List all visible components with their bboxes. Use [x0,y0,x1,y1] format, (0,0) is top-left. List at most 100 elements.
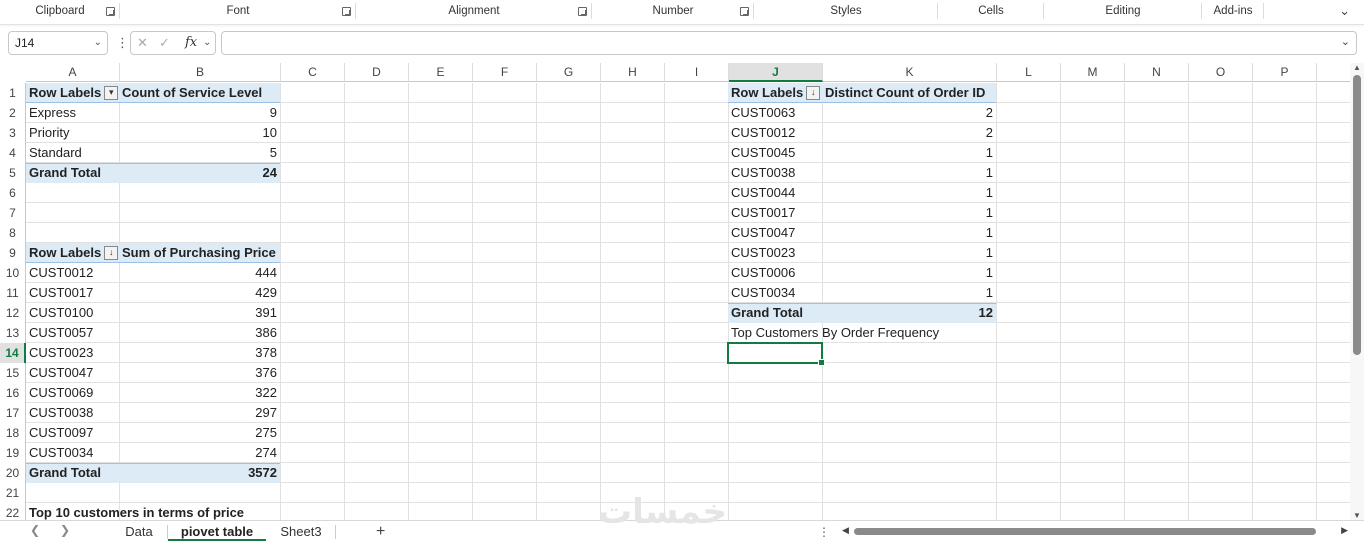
column-header-i[interactable]: I [665,63,729,82]
pivot3-item-label[interactable]: CUST0038 [728,163,822,183]
row-header[interactable]: 1 [0,83,26,103]
pivot1-value-header[interactable]: Count of Service Level [119,83,280,103]
pivot2-caption[interactable]: Top 10 customers in terms of price [26,503,326,520]
scroll-right-icon[interactable]: ▶ [1341,525,1348,536]
chevron-down-icon[interactable]: ⌄ [1339,3,1350,19]
row-header[interactable]: 15 [0,363,26,383]
pivot1-item-value[interactable]: 5 [119,143,280,163]
pivot3-item-label[interactable]: CUST0034 [728,283,822,303]
row-header[interactable]: 22 [0,503,26,520]
pivot1-item-label[interactable]: Priority [26,123,119,143]
row-header[interactable]: 5 [0,163,26,183]
pivot3-item-value[interactable]: 1 [822,263,996,283]
pivot3-item-label[interactable]: CUST0063 [728,103,822,123]
pivot3-total-value[interactable]: 12 [822,303,996,323]
row-header[interactable]: 6 [0,183,26,203]
name-box[interactable]: J14 ⌄ [8,31,108,55]
insert-function-button[interactable]: fx [185,35,197,50]
pivot3-item-value[interactable]: 2 [822,123,996,143]
pivot3-item-value[interactable]: 1 [822,183,996,203]
row-header[interactable]: 16 [0,383,26,403]
row-header[interactable]: 11 [0,283,26,303]
row-header[interactable]: 20 [0,463,26,483]
pivot3-caption[interactable]: Top Customers By Order Frequency [728,323,996,343]
pivot2-item-label[interactable]: CUST0023 [26,343,119,363]
pivot3-item-label[interactable]: CUST0006 [728,263,822,283]
sheet-tab-sheet3[interactable]: Sheet3 [266,521,336,541]
cell-grid[interactable]: Row Labels ▾ Count of Service Level Expre… [26,83,1350,520]
pivot2-row-labels-header[interactable]: Row Labels ↓ [26,243,119,263]
pivot2-total-label[interactable]: Grand Total [26,463,119,483]
pivot3-item-label[interactable]: CUST0045 [728,143,822,163]
pivot2-value-header[interactable]: Sum of Purchasing Price [119,243,280,263]
column-header-h[interactable]: H [601,63,665,82]
pivot2-item-label[interactable]: CUST0047 [26,363,119,383]
pivot3-item-label[interactable]: CUST0047 [728,223,822,243]
pivot3-item-label[interactable]: CUST0023 [728,243,822,263]
pivot2-item-value[interactable]: 297 [119,403,280,423]
pivot2-item-value[interactable]: 444 [119,263,280,283]
pivot2-item-value[interactable]: 386 [119,323,280,343]
dialog-launcher-icon[interactable] [740,7,749,16]
pivot3-item-value[interactable]: 1 [822,283,996,303]
row-header[interactable]: 4 [0,143,26,163]
ribbon-group-cells[interactable]: Cells [938,0,1044,24]
column-header-g[interactable]: G [537,63,601,82]
column-header-n[interactable]: N [1125,63,1189,82]
pivot2-item-label[interactable]: CUST0100 [26,303,119,323]
column-header-k[interactable]: K [823,63,997,82]
row-header[interactable]: 13 [0,323,26,343]
scroll-down-icon[interactable]: ▼ [1353,511,1361,520]
column-header-p[interactable]: P [1253,63,1317,82]
pivot3-item-value[interactable]: 1 [822,243,996,263]
chevron-down-icon[interactable]: ⌄ [203,37,211,48]
column-header-f[interactable]: F [473,63,537,82]
column-header-a[interactable]: A [26,63,120,82]
pivot3-item-value[interactable]: 1 [822,143,996,163]
ribbon-group-add-ins[interactable]: Add-ins [1202,0,1264,24]
row-header[interactable]: 10 [0,263,26,283]
ribbon-group-styles[interactable]: Styles [754,0,938,24]
row-header[interactable]: 3 [0,123,26,143]
filter-sort-icon[interactable]: ↓ [806,85,821,100]
column-header-e[interactable]: E [409,63,473,82]
sheet-tab-piovet-table[interactable]: piovet table [168,521,266,541]
pivot2-item-label[interactable]: CUST0017 [26,283,119,303]
column-header-q[interactable] [1317,63,1350,82]
pivot3-item-label[interactable]: CUST0012 [728,123,822,143]
pivot2-item-label[interactable]: CUST0069 [26,383,119,403]
pivot3-item-label[interactable]: CUST0044 [728,183,822,203]
horizontal-scroll-thumb[interactable] [854,528,1316,535]
expand-formula-bar-icon[interactable]: ⌄ [1341,35,1350,48]
column-header-o[interactable]: O [1189,63,1253,82]
horizontal-scrollbar[interactable]: ◀ ▶ [840,525,1350,537]
ribbon-group-number[interactable]: Number [592,0,754,24]
next-sheet-icon[interactable]: ❯ [60,523,70,537]
pivot1-row-labels-header[interactable]: Row Labels ▾ [26,83,119,103]
dialog-launcher-icon[interactable] [578,7,587,16]
sheet-tab-data[interactable]: Data [110,521,168,541]
formula-input[interactable]: ⌄ [221,31,1357,55]
pivot1-item-value[interactable]: 10 [119,123,280,143]
dialog-launcher-icon[interactable] [106,7,115,16]
column-header-m[interactable]: M [1061,63,1125,82]
vertical-scroll-thumb[interactable] [1353,75,1361,355]
pivot2-item-value[interactable]: 274 [119,443,280,463]
pivot3-item-value[interactable]: 2 [822,103,996,123]
check-icon[interactable]: ✓ [159,35,170,51]
pivot1-item-value[interactable]: 9 [119,103,280,123]
scroll-left-icon[interactable]: ◀ [842,525,849,536]
pivot2-item-value[interactable]: 322 [119,383,280,403]
column-header-d[interactable]: D [345,63,409,82]
pivot1-item-label[interactable]: Standard [26,143,119,163]
chevron-down-icon[interactable]: ⌄ [94,32,102,54]
more-options-icon[interactable]: ⋮ [818,525,830,539]
pivot3-row-labels-header[interactable]: Row Labels ↓ [728,83,822,103]
row-header[interactable]: 14 [0,343,26,363]
pivot3-value-header[interactable]: Distinct Count of Order ID [822,83,996,103]
more-options-icon[interactable]: ⋮ [116,35,129,51]
column-header-c[interactable]: C [281,63,345,82]
pivot3-item-value[interactable]: 1 [822,163,996,183]
pivot2-item-value[interactable]: 275 [119,423,280,443]
pivot1-total-value[interactable]: 24 [119,163,280,183]
